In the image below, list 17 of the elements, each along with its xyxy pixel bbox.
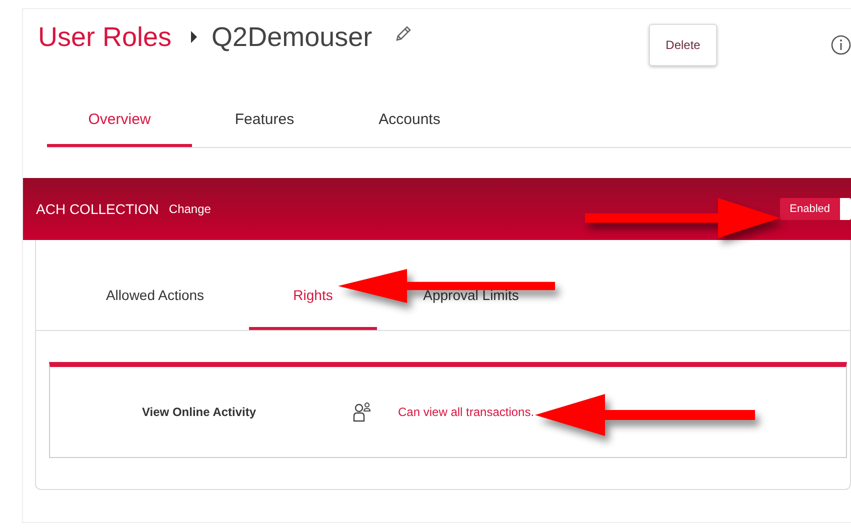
tab[interactable]: Accounts — [337, 93, 482, 147]
tab[interactable]: Features — [192, 93, 337, 147]
pencil-icon[interactable] — [394, 25, 412, 43]
breadcrumb-link[interactable]: User Roles — [38, 22, 172, 52]
right-name: View Online Activity — [142, 405, 258, 419]
delete-button[interactable]: Delete — [649, 24, 717, 66]
right-description: Can view all transactions. — [398, 405, 534, 419]
feature-title: ACH COLLECTION — [36, 201, 159, 217]
info-icon[interactable] — [831, 35, 851, 55]
tab[interactable]: Approval Limits — [407, 240, 535, 330]
caret-icon — [190, 30, 198, 44]
people-icon — [352, 402, 372, 422]
enabled-toggle[interactable]: Enabled — [780, 198, 851, 220]
tab[interactable]: Allowed Actions — [91, 240, 219, 330]
tab[interactable]: Overview — [47, 93, 192, 147]
change-link[interactable]: Change — [168, 202, 211, 216]
role-name: Q2Demouser — [212, 22, 372, 52]
